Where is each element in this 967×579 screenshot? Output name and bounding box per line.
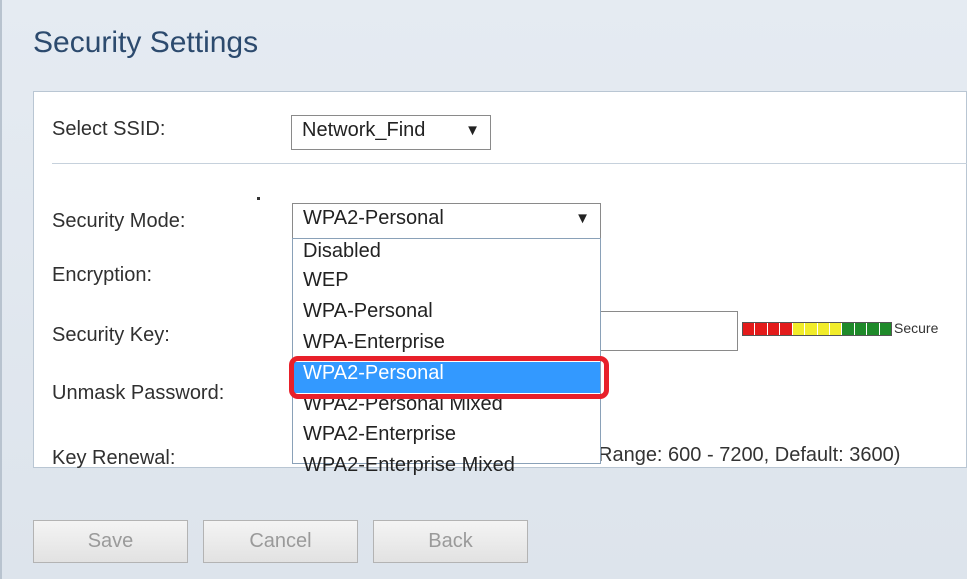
security-mode-select[interactable]: WPA2-Personal ▼ [292,203,601,239]
strength-segment [867,323,880,335]
strength-segment [755,323,768,335]
security-mode-option[interactable]: WPA2-Personal Mixed [293,393,600,424]
key-renewal-label: Key Renewal: [52,447,176,469]
strength-segment [879,323,892,335]
password-strength-meter [742,322,892,336]
ssid-select[interactable]: Network_Find ▼ [291,115,491,150]
strength-segment [805,323,818,335]
security-mode-option[interactable]: WPA-Personal [293,300,600,331]
security-mode-option[interactable]: WPA2-Enterprise Mixed [293,454,600,478]
chevron-down-icon: ▼ [575,210,590,227]
page-title: Security Settings [33,26,259,59]
unmask-password-label: Unmask Password: [52,382,225,404]
back-button[interactable]: Back [373,520,528,563]
strength-segment [767,323,781,335]
security-mode-option[interactable]: WPA-Enterprise [293,331,600,362]
settings-page: Security Settings Select SSID: Network_F… [0,0,967,579]
security-mode-option[interactable]: WPA2-Enterprise [293,423,600,454]
security-mode-option[interactable]: WEP [293,269,600,300]
chevron-down-icon: ▼ [465,122,480,139]
security-key-label: Security Key: [52,324,170,346]
key-renewal-hint: Range: 600 - 7200, Default: 3600) [598,444,901,466]
security-mode-option[interactable]: WPA2-Personal [293,362,600,393]
security-mode-dropdown-list[interactable]: Disabled WEP WPA-Personal WPA-Enterprise WPA… [292,238,601,476]
strength-segment [842,323,855,335]
security-key-input[interactable] [598,311,738,351]
strength-segment [854,323,868,335]
decorative-dot [257,197,260,200]
password-strength-text: Secure [894,320,939,336]
strength-segment [829,323,843,335]
strength-segment [792,323,806,335]
section-divider [52,163,967,164]
strength-segment [780,323,793,335]
cancel-button[interactable]: Cancel [203,520,358,563]
encryption-label: Encryption: [52,264,153,286]
strength-segment [743,323,756,335]
select-ssid-label: Select SSID: [52,118,166,140]
save-button[interactable]: Save [33,520,188,563]
security-mode-value: WPA2-Personal [303,207,444,229]
ssid-select-value: Network_Find [302,119,426,141]
strength-segment [817,323,830,335]
security-mode-option[interactable]: Disabled [293,240,600,271]
security-mode-label: Security Mode: [52,210,186,232]
